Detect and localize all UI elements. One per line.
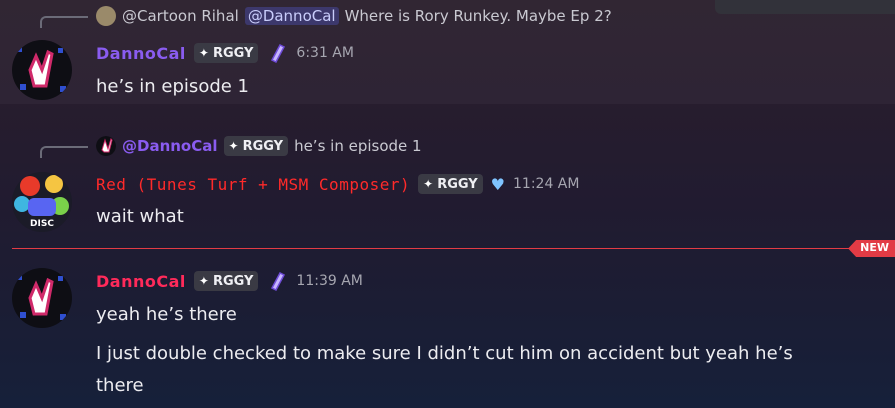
message-header: DannoCal ✦ RGGY 6:31 AM bbox=[96, 42, 354, 64]
message-text: wait what bbox=[96, 206, 184, 227]
reply-author[interactable]: @DannoCal bbox=[122, 137, 218, 155]
new-badge: NEW bbox=[848, 240, 895, 257]
guild-tag[interactable]: ✦ RGGY bbox=[193, 43, 259, 63]
reply-preview[interactable]: @DannoCal ✦ RGGY he’s in episode 1 bbox=[96, 136, 422, 156]
guild-tag[interactable]: ✦ RGGY bbox=[193, 271, 259, 291]
reply-text: Where is Rory Runkey. Maybe Ep 2? bbox=[344, 7, 612, 25]
message-1: @Cartoon Rihal @DannoCal Where is Rory R… bbox=[0, 0, 895, 104]
rggy-diamond-icon: ✦ bbox=[198, 46, 209, 60]
username[interactable]: Red (Tunes Turf + MSM Composer) bbox=[96, 175, 410, 194]
reply-preview[interactable]: @Cartoon Rihal @DannoCal Where is Rory R… bbox=[96, 6, 612, 26]
reply-author[interactable]: @Cartoon Rihal bbox=[122, 7, 239, 25]
avatar[interactable]: DISC bbox=[12, 172, 72, 232]
message-header: Red (Tunes Turf + MSM Composer) ✦ RGGY ♥ … bbox=[96, 174, 579, 194]
avatar[interactable] bbox=[12, 268, 72, 328]
message-2: @DannoCal ✦ RGGY he’s in episode 1 DISC R… bbox=[0, 120, 895, 240]
message-header: DannoCal ✦ RGGY 11:39 AM bbox=[96, 270, 363, 292]
rggy-diamond-icon: ✦ bbox=[198, 274, 209, 288]
reply-spine bbox=[40, 146, 88, 158]
timestamp[interactable]: 6:31 AM bbox=[296, 45, 354, 61]
message-3: DannoCal ✦ RGGY 11:39 AM yeah he’s there … bbox=[0, 256, 895, 408]
rggy-diamond-icon: ✦ bbox=[228, 139, 239, 153]
reply-guild-tag: ✦ RGGY bbox=[223, 136, 289, 156]
message-text: there bbox=[96, 375, 144, 396]
reply-avatar bbox=[96, 6, 116, 26]
reply-avatar bbox=[96, 136, 116, 156]
pen-badge-icon bbox=[271, 44, 286, 63]
reply-mention[interactable]: @DannoCal bbox=[244, 7, 339, 25]
timestamp[interactable]: 11:24 AM bbox=[513, 176, 579, 192]
username[interactable]: DannoCal bbox=[96, 44, 186, 63]
new-messages-divider bbox=[12, 248, 895, 249]
message-text: yeah he’s there bbox=[96, 304, 237, 325]
svg-text:DISC: DISC bbox=[30, 219, 54, 229]
timestamp[interactable]: 11:39 AM bbox=[296, 273, 362, 289]
reply-spine bbox=[40, 16, 88, 28]
heart-icon: ♥ bbox=[490, 174, 506, 194]
rggy-diamond-icon: ✦ bbox=[423, 177, 434, 191]
username[interactable]: DannoCal bbox=[96, 272, 186, 291]
pen-badge-icon bbox=[271, 272, 286, 291]
message-text: I just double checked to make sure I did… bbox=[96, 343, 793, 364]
guild-tag[interactable]: ✦ RGGY bbox=[418, 174, 483, 194]
message-text: he’s in episode 1 bbox=[96, 76, 249, 97]
avatar[interactable] bbox=[12, 40, 72, 100]
reply-text: he’s in episode 1 bbox=[294, 137, 422, 155]
